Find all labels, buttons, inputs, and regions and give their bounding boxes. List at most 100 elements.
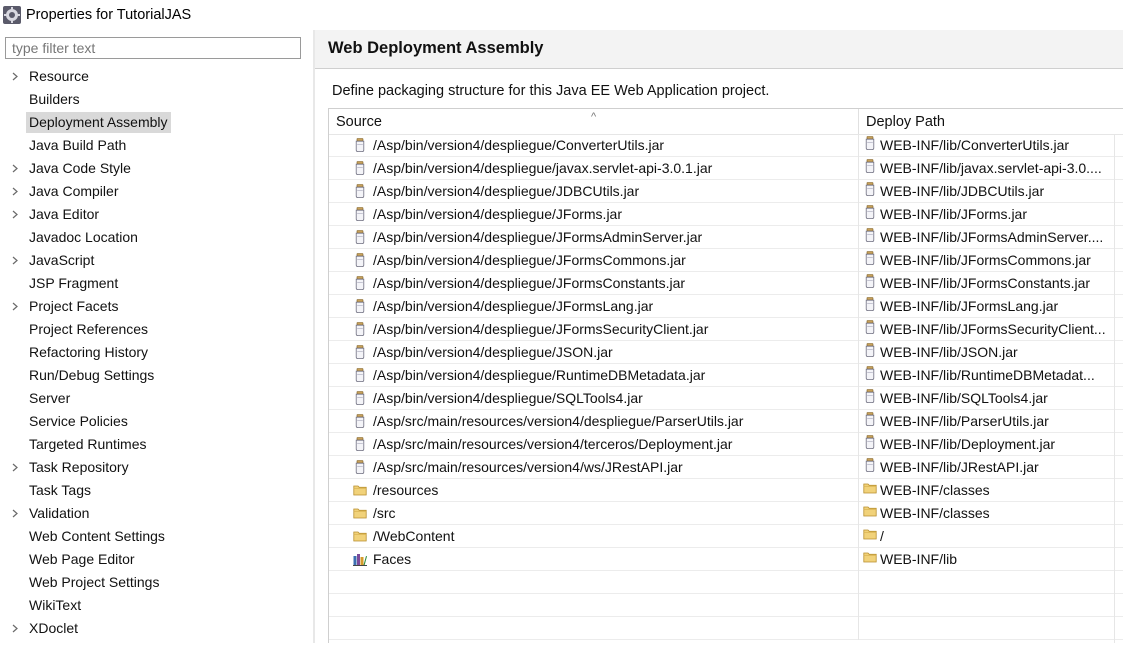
chevron-right-icon[interactable] bbox=[11, 456, 23, 479]
source-cell[interactable]: /Asp/src/main/resources/version4/tercero… bbox=[329, 433, 859, 456]
tree-item-web-project-settings[interactable]: Web Project Settings bbox=[0, 571, 313, 594]
tree-item-resource[interactable]: Resource bbox=[0, 65, 313, 88]
table-row[interactable]: /Asp/bin/version4/despliegue/javax.servl… bbox=[329, 157, 1123, 180]
tree-item-web-page-editor[interactable]: Web Page Editor bbox=[0, 548, 313, 571]
source-cell[interactable]: /Asp/bin/version4/despliegue/JFormsSecur… bbox=[329, 318, 859, 341]
tree-item-label: Server bbox=[29, 390, 71, 406]
tree-item-java-build-path[interactable]: Java Build Path bbox=[0, 134, 313, 157]
source-cell[interactable]: /Asp/bin/version4/despliegue/ConverterUt… bbox=[329, 134, 859, 157]
source-cell[interactable]: /Asp/bin/version4/despliegue/JFormsLang.… bbox=[329, 295, 859, 318]
deploy-path-cell[interactable]: WEB-INF/lib/ParserUtils.jar bbox=[859, 410, 1114, 433]
tree-item-service-policies[interactable]: Service Policies bbox=[0, 410, 313, 433]
chevron-right-icon[interactable] bbox=[11, 295, 23, 318]
deploy-path-cell[interactable]: WEB-INF/lib/JDBCUtils.jar bbox=[859, 180, 1114, 203]
source-cell[interactable]: /resources bbox=[329, 479, 859, 502]
column-header-source[interactable]: Source ^ bbox=[329, 109, 859, 134]
source-cell[interactable]: /Asp/src/main/resources/version4/desplie… bbox=[329, 410, 859, 433]
tree-item-javascript[interactable]: JavaScript bbox=[0, 249, 313, 272]
tree-item-java-editor[interactable]: Java Editor bbox=[0, 203, 313, 226]
table-row[interactable]: /Asp/bin/version4/despliegue/JDBCUtils.j… bbox=[329, 180, 1123, 203]
deploy-path-cell[interactable]: WEB-INF/lib/JFormsLang.jar bbox=[859, 295, 1114, 318]
deploy-path-cell[interactable]: WEB-INF/lib bbox=[859, 548, 1114, 571]
tree-item-label: Web Project Settings bbox=[29, 574, 160, 590]
table-row[interactable]: /Asp/bin/version4/despliegue/SQLTools4.j… bbox=[329, 387, 1123, 410]
tree-item-javadoc-location[interactable]: Javadoc Location bbox=[0, 226, 313, 249]
chevron-right-icon[interactable] bbox=[11, 157, 23, 180]
tree-item-wikitext[interactable]: WikiText bbox=[0, 594, 313, 617]
source-cell[interactable]: /Asp/bin/version4/despliegue/JFormsAdmin… bbox=[329, 226, 859, 249]
source-cell[interactable]: /Asp/bin/version4/despliegue/JFormsConst… bbox=[329, 272, 859, 295]
tree-item-server[interactable]: Server bbox=[0, 387, 313, 410]
window-title: Properties for TutorialJAS bbox=[26, 7, 192, 23]
table-row[interactable]: /WebContent / bbox=[329, 525, 1123, 548]
source-cell[interactable]: /src bbox=[329, 502, 859, 525]
table-row[interactable]: /Asp/bin/version4/despliegue/JFormsCommo… bbox=[329, 249, 1123, 272]
table-row[interactable]: Faces WEB-INF/lib bbox=[329, 548, 1123, 571]
deploy-path-cell[interactable]: WEB-INF/lib/JRestAPI.jar bbox=[859, 456, 1114, 479]
table-row[interactable]: /Asp/bin/version4/despliegue/RuntimeDBMe… bbox=[329, 364, 1123, 387]
deploy-path-cell[interactable]: WEB-INF/classes bbox=[859, 502, 1114, 525]
table-row[interactable]: /Asp/bin/version4/despliegue/JForms.jar W… bbox=[329, 203, 1123, 226]
chevron-right-icon[interactable] bbox=[11, 203, 23, 226]
source-cell[interactable]: /WebContent bbox=[329, 525, 859, 548]
tree-item-targeted-runtimes[interactable]: Targeted Runtimes bbox=[0, 433, 313, 456]
source-cell[interactable]: /Asp/bin/version4/despliegue/JDBCUtils.j… bbox=[329, 180, 859, 203]
tree-item-java-code-style[interactable]: Java Code Style bbox=[0, 157, 313, 180]
deploy-path-cell[interactable]: WEB-INF/lib/JSON.jar bbox=[859, 341, 1114, 364]
table-row[interactable]: /resources WEB-INF/classes bbox=[329, 479, 1123, 502]
table-row[interactable]: /Asp/src/main/resources/version4/ws/JRes… bbox=[329, 456, 1123, 479]
tree-item-project-facets[interactable]: Project Facets bbox=[0, 295, 313, 318]
source-cell[interactable]: /Asp/bin/version4/despliegue/JFormsCommo… bbox=[329, 249, 859, 272]
tree-item-deployment-assembly[interactable]: Deployment Assembly bbox=[0, 111, 313, 134]
tree-item-refactoring-history[interactable]: Refactoring History bbox=[0, 341, 313, 364]
source-cell[interactable]: Faces bbox=[329, 548, 859, 571]
deploy-path-cell[interactable]: WEB-INF/lib/JFormsSecurityClient... bbox=[859, 318, 1114, 341]
deploy-path-cell[interactable]: WEB-INF/lib/SQLTools4.jar bbox=[859, 387, 1114, 410]
deploy-path-cell[interactable]: / bbox=[859, 525, 1114, 548]
table-row[interactable]: /Asp/src/main/resources/version4/tercero… bbox=[329, 433, 1123, 456]
source-cell[interactable]: /Asp/bin/version4/despliegue/SQLTools4.j… bbox=[329, 387, 859, 410]
tree-item-validation[interactable]: Validation bbox=[0, 502, 313, 525]
chevron-right-icon[interactable] bbox=[11, 180, 23, 203]
tree-item-java-compiler[interactable]: Java Compiler bbox=[0, 180, 313, 203]
source-path-text: /src bbox=[373, 505, 396, 521]
table-row[interactable]: /src WEB-INF/classes bbox=[329, 502, 1123, 525]
tree-item-xdoclet[interactable]: XDoclet bbox=[0, 617, 313, 640]
deploy-path-cell[interactable]: WEB-INF/lib/ConverterUtils.jar bbox=[859, 134, 1114, 157]
table-row[interactable]: /Asp/src/main/resources/version4/desplie… bbox=[329, 410, 1123, 433]
source-cell[interactable]: /Asp/bin/version4/despliegue/JSON.jar bbox=[329, 341, 859, 364]
table-row[interactable]: /Asp/bin/version4/despliegue/ConverterUt… bbox=[329, 134, 1123, 157]
source-cell[interactable]: /Asp/bin/version4/despliegue/RuntimeDBMe… bbox=[329, 364, 859, 387]
deploy-path-cell[interactable]: WEB-INF/lib/JFormsCommons.jar bbox=[859, 249, 1114, 272]
tree-item-project-references[interactable]: Project References bbox=[0, 318, 313, 341]
filter-input[interactable] bbox=[5, 37, 301, 59]
column-header-deploy-path[interactable]: Deploy Path bbox=[859, 109, 1123, 134]
tree-item-run-debug-settings[interactable]: Run/Debug Settings bbox=[0, 364, 313, 387]
source-cell[interactable]: /Asp/bin/version4/despliegue/JForms.jar bbox=[329, 203, 859, 226]
table-row[interactable]: /Asp/bin/version4/despliegue/JFormsLang.… bbox=[329, 295, 1123, 318]
deploy-path-cell[interactable]: WEB-INF/lib/JFormsAdminServer.... bbox=[859, 226, 1114, 249]
deploy-path-cell[interactable]: WEB-INF/lib/RuntimeDBMetadat... bbox=[859, 364, 1114, 387]
chevron-right-icon[interactable] bbox=[11, 249, 23, 272]
jar-icon bbox=[863, 318, 877, 334]
chevron-right-icon[interactable] bbox=[11, 502, 23, 525]
deploy-path-cell[interactable]: WEB-INF/lib/JFormsConstants.jar bbox=[859, 272, 1114, 295]
tree-item-jsp-fragment[interactable]: JSP Fragment bbox=[0, 272, 313, 295]
tree-item-web-content-settings[interactable]: Web Content Settings bbox=[0, 525, 313, 548]
deploy-path-cell[interactable]: WEB-INF/classes bbox=[859, 479, 1114, 502]
table-row[interactable]: /Asp/bin/version4/despliegue/JFormsConst… bbox=[329, 272, 1123, 295]
tree-item-task-repository[interactable]: Task Repository bbox=[0, 456, 313, 479]
table-row[interactable]: /Asp/bin/version4/despliegue/JFormsSecur… bbox=[329, 318, 1123, 341]
tree-item-builders[interactable]: Builders bbox=[0, 88, 313, 111]
table-row[interactable]: /Asp/bin/version4/despliegue/JSON.jar WEB… bbox=[329, 341, 1123, 364]
deploy-path-cell[interactable]: WEB-INF/lib/JForms.jar bbox=[859, 203, 1114, 226]
jar-icon bbox=[353, 182, 367, 198]
source-cell[interactable]: /Asp/bin/version4/despliegue/javax.servl… bbox=[329, 157, 859, 180]
source-cell[interactable]: /Asp/src/main/resources/version4/ws/JRes… bbox=[329, 456, 859, 479]
tree-item-task-tags[interactable]: Task Tags bbox=[0, 479, 313, 502]
deploy-path-cell[interactable]: WEB-INF/lib/javax.servlet-api-3.0.... bbox=[859, 157, 1114, 180]
chevron-right-icon[interactable] bbox=[11, 617, 23, 640]
deploy-path-cell[interactable]: WEB-INF/lib/Deployment.jar bbox=[859, 433, 1114, 456]
chevron-right-icon[interactable] bbox=[11, 65, 23, 88]
table-row[interactable]: /Asp/bin/version4/despliegue/JFormsAdmin… bbox=[329, 226, 1123, 249]
